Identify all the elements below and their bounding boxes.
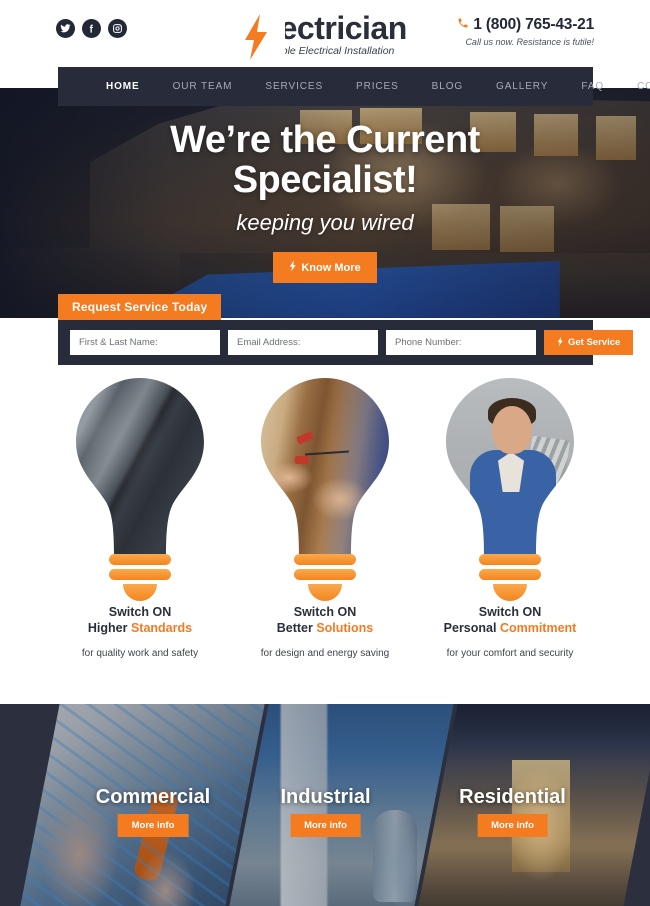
category-residential[interactable]: Residential More info (420, 704, 605, 906)
more-info-button[interactable]: More info (117, 814, 189, 837)
form-tab-label[interactable]: Request Service Today (58, 294, 222, 320)
feature-line2: Higher Standards (88, 621, 192, 635)
feature-subtext: for design and energy saving (260, 648, 390, 659)
hero-subtitle: keeping you wired (236, 210, 414, 235)
site-header: lectrician liable Electrical Installatio… (0, 0, 650, 70)
more-info-button[interactable]: More info (290, 814, 361, 837)
bulb-base (294, 554, 356, 601)
email-input[interactable] (228, 330, 378, 355)
nav-item-services[interactable]: SERVICES (265, 81, 323, 92)
logo-wordmark: lectrician (271, 10, 407, 46)
feature-card[interactable]: Switch ON Better Solutions for design an… (233, 378, 418, 698)
nav-item-our-team[interactable]: OUR TEAM (173, 81, 233, 92)
know-more-button[interactable]: Know More (273, 252, 377, 283)
phone-tagline: Call us now. Resistance is futile! (465, 37, 594, 47)
feature-card[interactable]: Switch ON Higher Standards for quality w… (48, 378, 233, 698)
feature-line1: Switch ON (108, 605, 172, 619)
nav-item-prices[interactable]: PRICES (356, 81, 399, 92)
feature-line2: Personal Commitment (444, 621, 577, 635)
feature-line2-prefix: Better (276, 621, 317, 635)
feature-line2-highlight: Solutions (316, 621, 374, 635)
conduit-photo (76, 378, 204, 556)
get-service-button[interactable]: Get Service (544, 330, 634, 355)
phone-icon (457, 16, 469, 34)
main-navigation: HOME OUR TEAM SERVICES PRICES BLOG GALLERY FAQ… (58, 67, 650, 106)
feature-line2-highlight: Standards (130, 621, 193, 635)
bolt-icon (289, 260, 297, 275)
hero-title: We’re the Current Specialist! (170, 120, 480, 200)
bulb-graphic (75, 378, 205, 601)
feature-subtext: for your comfort and security (446, 648, 574, 659)
bulb-glass (261, 378, 389, 556)
category-label: Industrial (280, 786, 371, 808)
feature-line1: Switch ON (293, 605, 357, 619)
category-label: Residential (459, 786, 566, 808)
feature-subtext: for quality work and safety (81, 648, 199, 659)
phone-number[interactable]: 1 (800) 765-43-21 (473, 16, 594, 34)
more-info-label: More info (131, 820, 175, 831)
categories-section: Commercial More info Industrial More inf… (0, 704, 650, 906)
bolt-icon (557, 336, 563, 350)
bulb-graphic (445, 378, 575, 601)
hero-title-line1: We’re the Current (170, 119, 480, 161)
bulb-glass (446, 378, 574, 556)
wiring-hands-photo (261, 378, 389, 556)
lightning-bolt-icon (243, 14, 269, 65)
logo-tagline: liable Electrical Installation (271, 45, 395, 57)
category-label: Commercial (95, 786, 211, 808)
category-industrial[interactable]: Industrial More info (248, 704, 403, 906)
bulb-graphic (260, 378, 390, 601)
bulb-base (109, 554, 171, 601)
phone-block: 1 (800) 765-43-21 Call us now. Resistanc… (457, 16, 594, 47)
feature-line2: Better Solutions (277, 621, 374, 635)
more-info-button[interactable]: More info (477, 814, 548, 837)
bulb-glass (76, 378, 204, 556)
feature-line1: Switch ON (478, 605, 542, 619)
nav-item-contact[interactable]: CONTACT (637, 81, 650, 92)
more-info-label: More info (491, 820, 534, 831)
feature-line2-prefix: Personal (443, 621, 500, 635)
phone-input[interactable] (386, 330, 536, 355)
nav-item-blog[interactable]: BLOG (432, 81, 463, 92)
feature-card[interactable]: Switch ON Personal Commitment for your c… (418, 378, 603, 698)
hero-title-line2: Specialist! (232, 159, 418, 201)
know-more-label: Know More (301, 261, 361, 274)
feature-line2-highlight: Commitment (499, 621, 577, 635)
features-section: Switch ON Higher Standards for quality w… (0, 378, 650, 698)
request-service-form: Request Service Today Get Service (58, 294, 634, 365)
category-commercial[interactable]: Commercial More info (58, 704, 248, 906)
hero-banner: We’re the Current Specialist! keeping yo… (0, 88, 650, 318)
nav-item-faq[interactable]: FAQ (581, 81, 604, 92)
feature-line2-prefix: Higher (87, 621, 131, 635)
more-info-label: More info (304, 820, 347, 831)
name-input[interactable] (70, 330, 220, 355)
electrician-portrait-photo (446, 378, 574, 556)
get-service-label: Get Service (568, 337, 621, 348)
bulb-base (479, 554, 541, 601)
nav-item-gallery[interactable]: GALLERY (496, 81, 548, 92)
nav-item-home[interactable]: HOME (106, 81, 140, 92)
